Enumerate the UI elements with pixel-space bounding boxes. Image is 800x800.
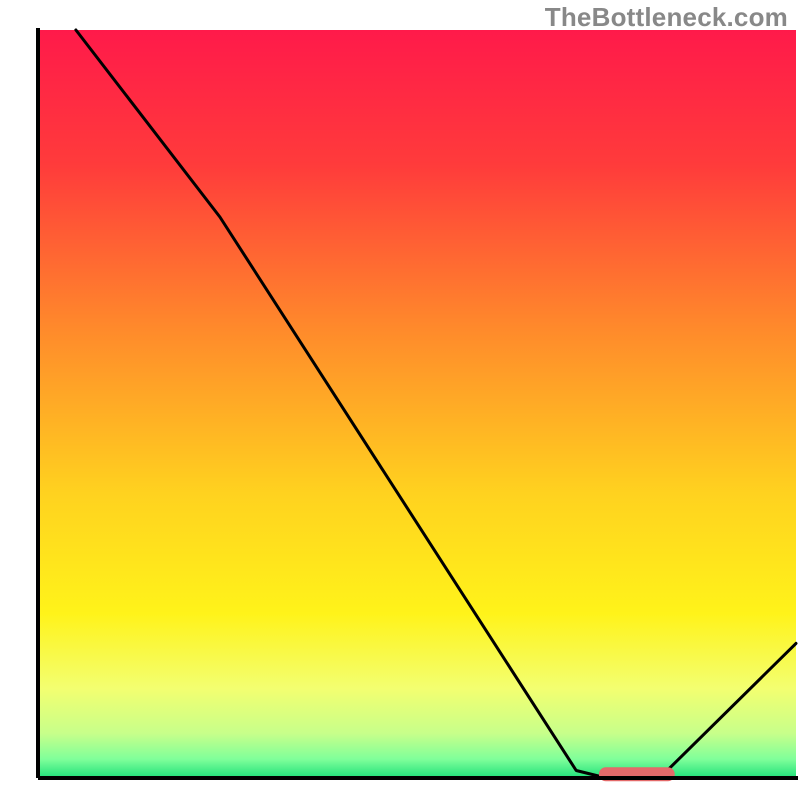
watermark-text: TheBottleneck.com [545,2,788,33]
bottleneck-chart [0,0,800,800]
chart-container: TheBottleneck.com [0,0,800,800]
plot-background [38,30,796,778]
